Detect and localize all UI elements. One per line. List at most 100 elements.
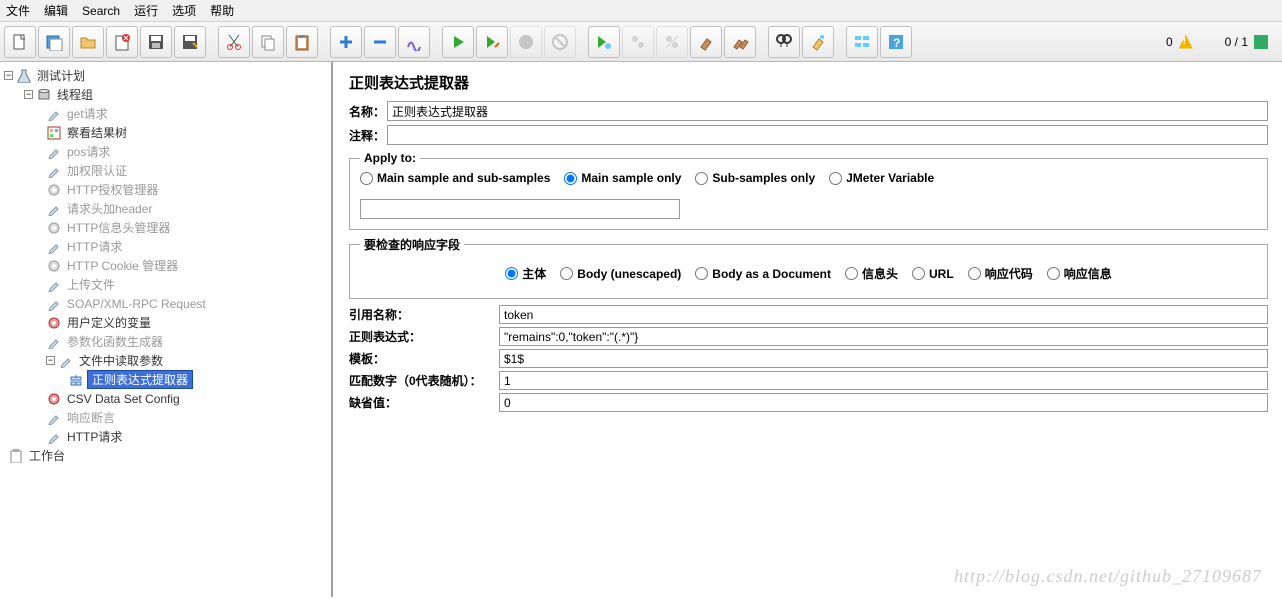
tree-item[interactable]: HTTP授权管理器 bbox=[65, 181, 160, 198]
dropper-icon bbox=[46, 277, 62, 293]
dropper-icon bbox=[46, 144, 62, 160]
template-label: 模板： bbox=[349, 350, 499, 367]
tree-item[interactable]: SOAP/XML-RPC Request bbox=[65, 297, 208, 311]
comment-label: 注释： bbox=[349, 127, 387, 144]
response-field-fieldset: 要检查的响应字段 主体Body (unescaped)Body as a Doc… bbox=[349, 236, 1268, 299]
regex-label: 正则表达式： bbox=[349, 328, 499, 345]
reset-search-button[interactable] bbox=[802, 26, 834, 58]
gear-icon bbox=[46, 182, 62, 198]
jmeter-variable-input[interactable] bbox=[360, 199, 680, 219]
shutdown-button[interactable] bbox=[544, 26, 576, 58]
toggle-button[interactable] bbox=[398, 26, 430, 58]
tree-item[interactable]: 参数化函数生成器 bbox=[65, 333, 165, 350]
tree-item[interactable]: 加权限认证 bbox=[65, 162, 129, 179]
tree-thread-group[interactable]: 线程组 bbox=[55, 86, 95, 103]
menu-search[interactable]: Search bbox=[82, 4, 120, 18]
tree-item[interactable]: 请求头加header bbox=[65, 200, 154, 217]
tree-item[interactable]: 文件中读取参数 bbox=[77, 352, 165, 369]
function-helper-button[interactable] bbox=[846, 26, 878, 58]
clipboard-icon bbox=[8, 448, 24, 464]
collapse-button[interactable] bbox=[364, 26, 396, 58]
tree-item[interactable]: HTTP请求 bbox=[65, 238, 124, 255]
gear-red-icon bbox=[46, 315, 62, 331]
start-button[interactable] bbox=[442, 26, 474, 58]
save-button[interactable] bbox=[140, 26, 172, 58]
open-button[interactable] bbox=[72, 26, 104, 58]
apply-radio-1[interactable]: Main sample only bbox=[564, 171, 681, 185]
gear-icon bbox=[46, 258, 62, 274]
comment-input[interactable] bbox=[387, 125, 1268, 145]
tree-item[interactable]: 上传文件 bbox=[65, 276, 117, 293]
tree-item[interactable]: get请求 bbox=[65, 105, 110, 122]
field-radio-0[interactable]: 主体 bbox=[505, 265, 546, 282]
error-count: 0 bbox=[1166, 35, 1173, 49]
remote-stop-button[interactable] bbox=[656, 26, 688, 58]
panel-title: 正则表达式提取器 bbox=[349, 72, 1268, 93]
field-radio-5[interactable]: 响应代码 bbox=[968, 265, 1033, 282]
regex-input[interactable] bbox=[499, 327, 1268, 346]
name-input[interactable] bbox=[387, 101, 1268, 121]
test-plan-tree[interactable]: −测试计划 −线程组 get请求察看结果树pos请求加权限认证HTTP授权管理器… bbox=[0, 62, 333, 597]
remote-start-button[interactable] bbox=[588, 26, 620, 58]
match-input[interactable] bbox=[499, 371, 1268, 390]
tree-test-plan[interactable]: 测试计划 bbox=[35, 67, 87, 84]
field-radio-6[interactable]: 响应信息 bbox=[1047, 265, 1112, 282]
dropper-icon bbox=[46, 429, 62, 445]
tree-item[interactable]: 响应断言 bbox=[65, 409, 117, 426]
refname-input[interactable] bbox=[499, 305, 1268, 324]
tree-item[interactable]: HTTP Cookie 管理器 bbox=[65, 257, 180, 274]
close-button[interactable] bbox=[106, 26, 138, 58]
menu-options[interactable]: 选项 bbox=[172, 2, 196, 19]
gear-icon bbox=[46, 220, 62, 236]
running-indicator bbox=[1254, 35, 1268, 49]
menu-file[interactable]: 文件 bbox=[6, 2, 30, 19]
help-button[interactable]: ? bbox=[880, 26, 912, 58]
toggle-icon[interactable]: − bbox=[46, 356, 55, 365]
new-button[interactable] bbox=[4, 26, 36, 58]
clear-all-button[interactable] bbox=[724, 26, 756, 58]
apply-radio-3[interactable]: JMeter Variable bbox=[829, 171, 934, 185]
field-radio-4[interactable]: URL bbox=[912, 267, 954, 281]
copy-button[interactable] bbox=[252, 26, 284, 58]
search-button[interactable] bbox=[768, 26, 800, 58]
menu-run[interactable]: 运行 bbox=[134, 2, 158, 19]
tree-item[interactable]: HTTP信息头管理器 bbox=[65, 219, 172, 236]
gear-red-icon bbox=[46, 391, 62, 407]
tree-item[interactable]: 察看结果树 bbox=[65, 124, 129, 141]
spool-icon bbox=[36, 87, 52, 103]
watermark: http://blog.csdn.net/github_27109687 bbox=[954, 566, 1262, 587]
warning-icon bbox=[1179, 35, 1193, 49]
tree-item[interactable]: 用户定义的变量 bbox=[65, 314, 153, 331]
dropper-icon bbox=[46, 239, 62, 255]
templates-button[interactable] bbox=[38, 26, 70, 58]
default-input[interactable] bbox=[499, 393, 1268, 412]
menu-edit[interactable]: 编辑 bbox=[44, 2, 68, 19]
toolbar: ? 0 0 / 1 bbox=[0, 22, 1282, 62]
apply-radio-0[interactable]: Main sample and sub-samples bbox=[360, 171, 550, 185]
field-radio-3[interactable]: 信息头 bbox=[845, 265, 898, 282]
tree-item[interactable]: HTTP请求 bbox=[65, 428, 124, 445]
stop-button[interactable] bbox=[510, 26, 542, 58]
start-no-pause-button[interactable] bbox=[476, 26, 508, 58]
toggle-icon[interactable]: − bbox=[4, 71, 13, 80]
expand-button[interactable] bbox=[330, 26, 362, 58]
save-as-button[interactable] bbox=[174, 26, 206, 58]
tree-item[interactable]: pos请求 bbox=[65, 143, 112, 160]
cut-button[interactable] bbox=[218, 26, 250, 58]
tree-item[interactable]: 正则表达式提取器 bbox=[87, 370, 193, 389]
template-input[interactable] bbox=[499, 349, 1268, 368]
dropper-icon bbox=[46, 334, 62, 350]
apply-radio-2[interactable]: Sub-samples only bbox=[695, 171, 815, 185]
status-area: 0 0 / 1 bbox=[1166, 35, 1278, 49]
field-radio-1[interactable]: Body (unescaped) bbox=[560, 267, 681, 281]
paste-button[interactable] bbox=[286, 26, 318, 58]
name-label: 名称： bbox=[349, 103, 387, 120]
remote-start-all-button[interactable] bbox=[622, 26, 654, 58]
menu-help[interactable]: 帮助 bbox=[210, 2, 234, 19]
field-radio-2[interactable]: Body as a Document bbox=[695, 267, 831, 281]
editor-panel: 正则表达式提取器 名称： 注释： Apply to: Main sample a… bbox=[333, 62, 1282, 597]
tree-item[interactable]: CSV Data Set Config bbox=[65, 392, 182, 406]
clear-button[interactable] bbox=[690, 26, 722, 58]
toggle-icon[interactable]: − bbox=[24, 90, 33, 99]
tree-workbench[interactable]: 工作台 bbox=[27, 447, 67, 464]
